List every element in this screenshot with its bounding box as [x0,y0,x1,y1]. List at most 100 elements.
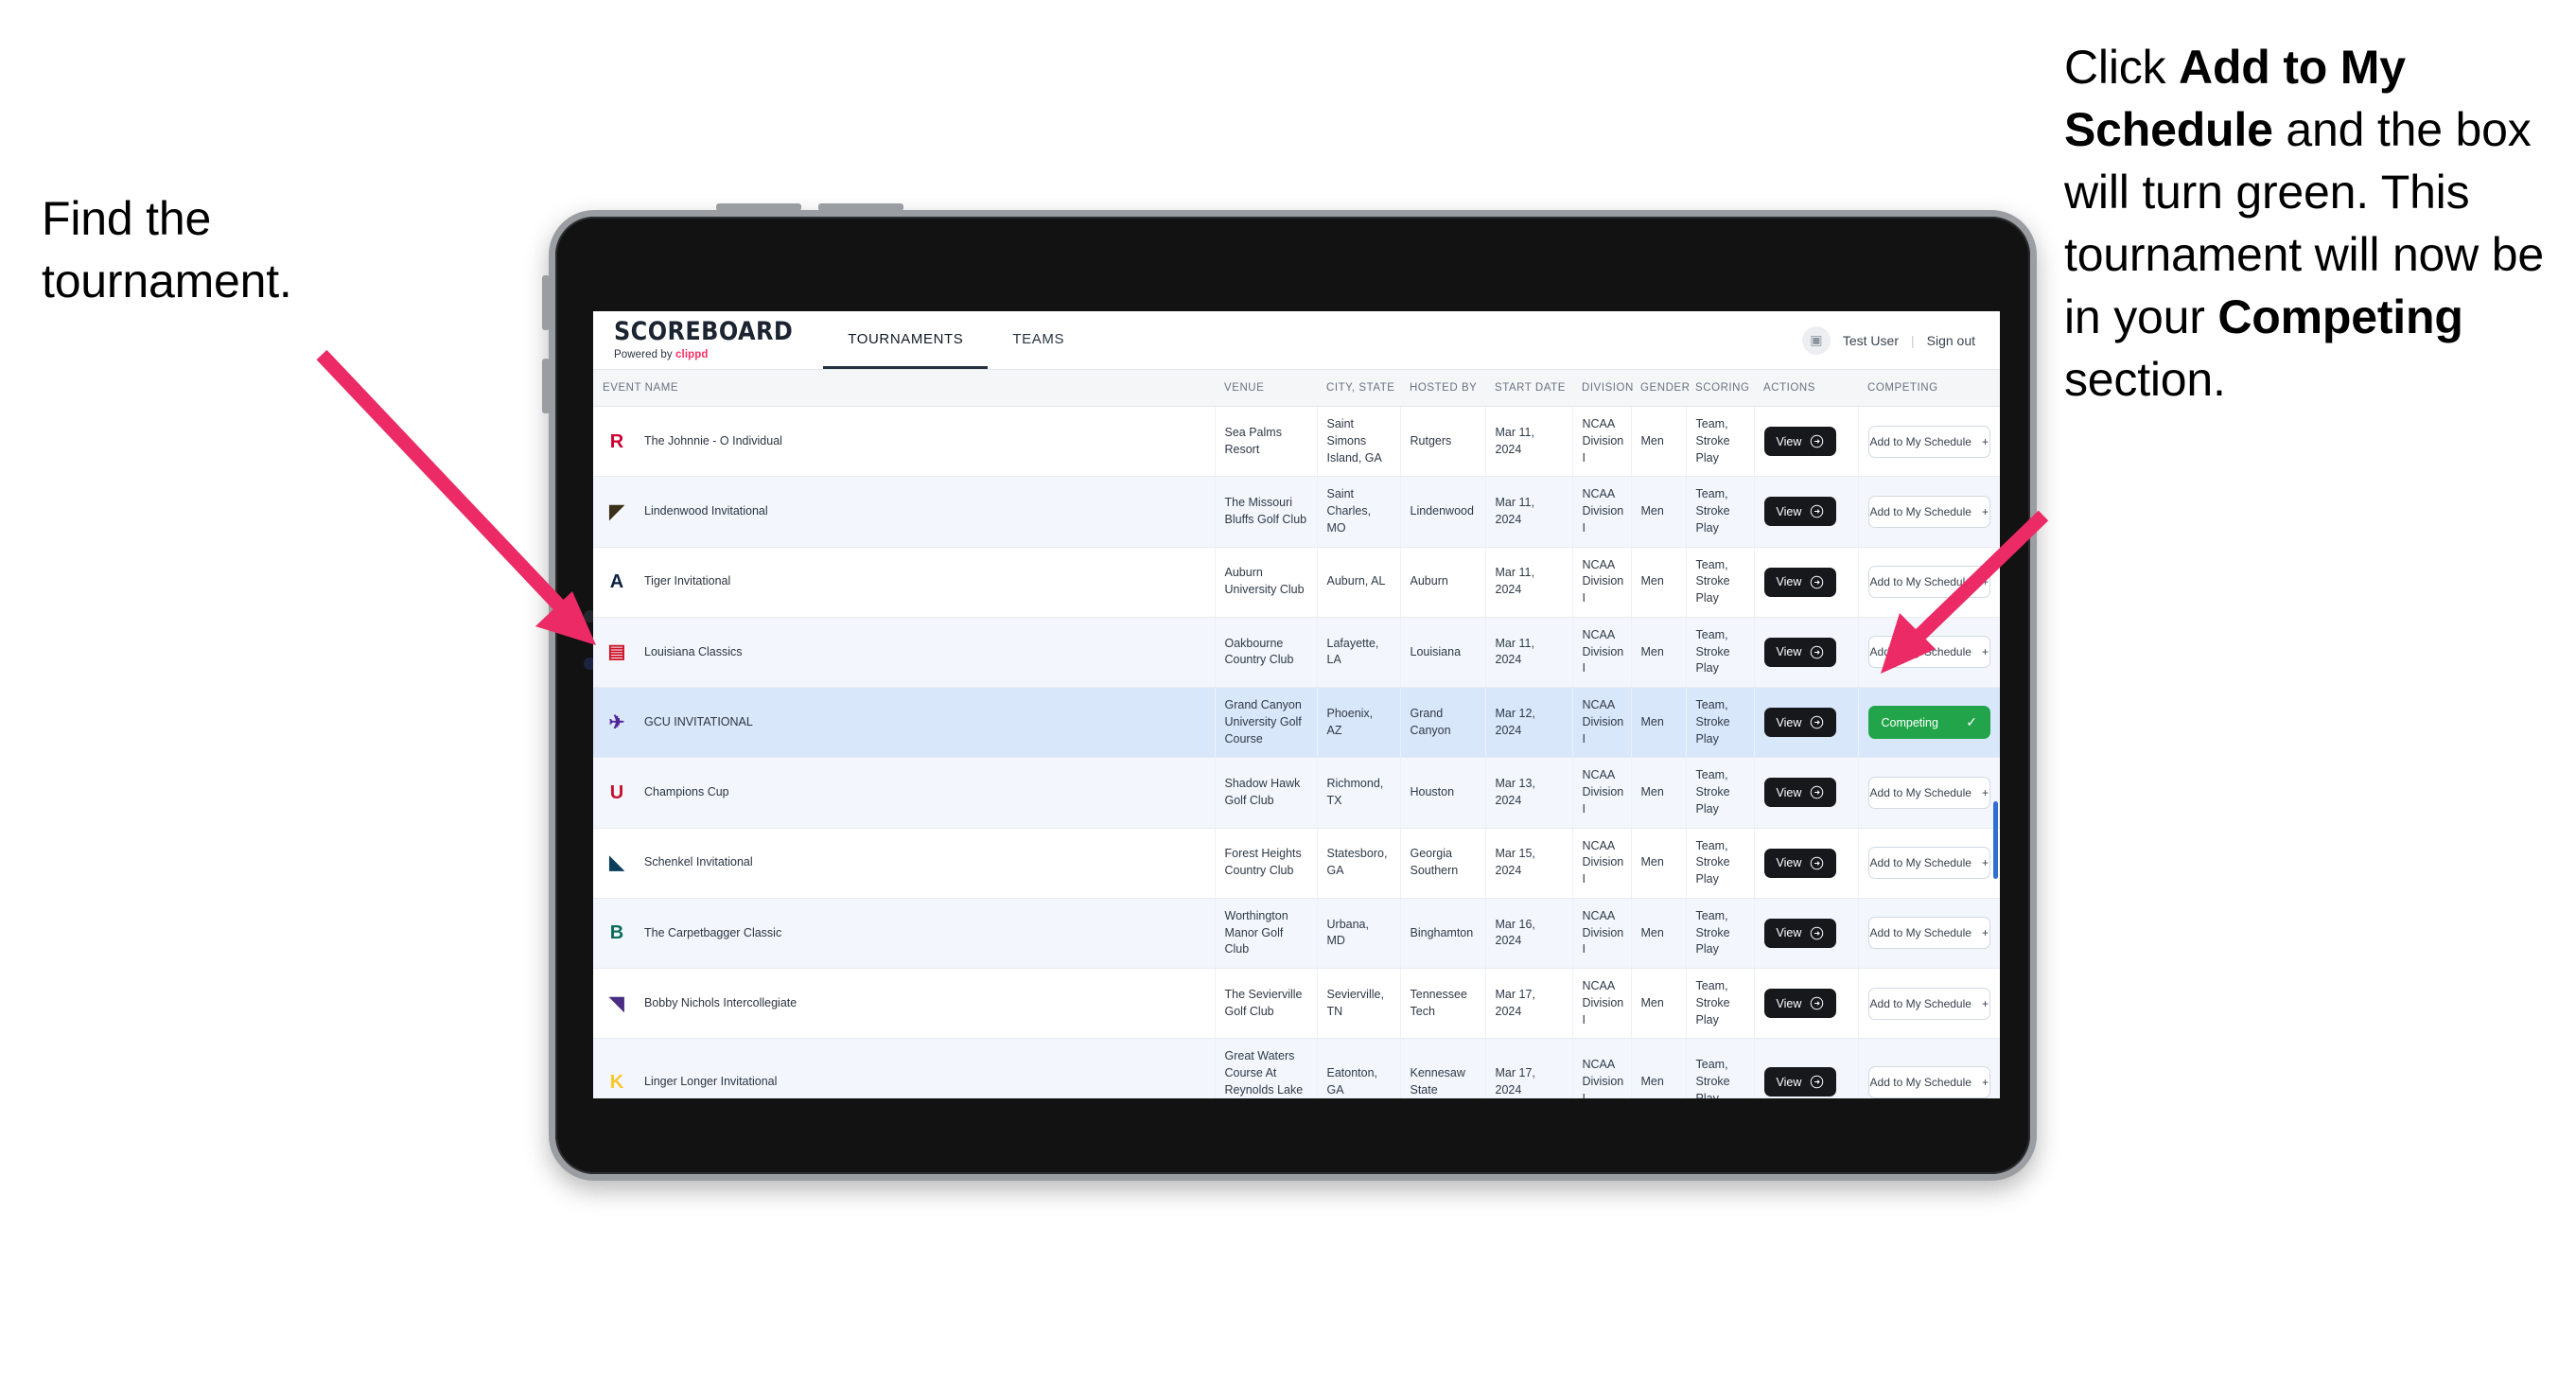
table-row[interactable]: K Linger Longer Invitational Great Waters … [593,1038,2000,1098]
view-button[interactable]: View [1763,989,1837,1019]
avatar[interactable]: ▣ [1801,325,1831,355]
cell-hosted-by: Grand Canyon [1400,687,1486,759]
add-to-my-schedule-button[interactable]: Add to My Schedule + [1867,1065,1990,1098]
table-row[interactable]: R The Johnnie - O Individual Sea Palms Res… [593,406,2000,478]
cell-city-state: Sevierville, TN [1317,968,1401,1040]
cell-actions: View [1754,617,1859,689]
sign-out-link[interactable]: Sign out [1927,333,1975,348]
table-row[interactable]: A Tiger Invitational Auburn University Clu… [593,547,2000,618]
event-name-label: Bobby Nichols Intercollegiate [644,995,797,1009]
plus-icon: + [1981,575,1989,589]
app-header: SCOREBOARD Powered by clippd TOURNAMENTS… [593,311,2000,370]
view-button[interactable]: View [1763,1067,1837,1097]
team-logo-icon: U [609,781,624,803]
table-row[interactable]: B The Carpetbagger Classic Worthington Man… [593,898,2000,970]
team-logo-icon: R [609,430,624,452]
cell-division: NCAA Division I [1572,617,1632,689]
plus-icon: + [1981,1075,1989,1089]
table-row[interactable]: ◤ Lindenwood Invitational The Missouri Blu… [593,476,2000,548]
tab-teams[interactable]: TEAMS [988,311,1089,369]
table-row[interactable]: ✈ GCU INVITATIONAL Grand Canyon University… [593,687,2000,759]
add-to-my-schedule-button[interactable]: Add to My Schedule + [1867,636,1990,669]
cell-city-state: Statesboro, GA [1317,828,1401,899]
cell-venue: The Sevierville Golf Club [1215,968,1318,1040]
col-venue[interactable]: VENUE [1215,370,1317,407]
competing-button[interactable]: Competing ✓ [1867,706,1990,740]
event-name-label: Lindenwood Invitational [644,504,768,518]
add-to-my-schedule-button[interactable]: Add to My Schedule + [1867,495,1990,528]
col-hosted-by[interactable]: HOSTED BY [1400,370,1485,407]
table-row[interactable]: ▤ Louisiana Classics Oakbourne Country Clu… [593,617,2000,689]
vertical-scrollbar[interactable] [1993,801,1998,879]
view-button-label: View [1776,785,1802,799]
cell-gender: Men [1631,828,1687,899]
user-menu: ▣ Test User | Sign out [1801,311,2000,369]
view-button-label: View [1776,1075,1802,1089]
cell-venue: Grand Canyon University Golf Course [1215,687,1318,759]
view-button[interactable]: View [1763,427,1837,457]
table-row[interactable]: ◥ Bobby Nichols Intercollegiate The Sevier… [593,968,2000,1040]
table-header-row: EVENT NAME VENUE CITY, STATE HOSTED BY S… [593,370,2000,407]
header-spacer [1089,311,1802,369]
event-name-label: Champions Cup [644,785,729,798]
cell-gender: Men [1631,476,1687,548]
table-body: R The Johnnie - O Individual Sea Palms Res… [593,406,2000,1098]
col-gender[interactable]: GENDER [1631,370,1690,407]
event-name-label: Linger Longer Invitational [644,1074,778,1088]
view-button[interactable]: View [1763,497,1837,527]
add-to-my-schedule-label: Add to My Schedule [1869,575,1971,589]
cell-scoring: Team, Stroke Play [1686,406,1755,478]
col-competing: COMPETING [1858,370,2000,407]
view-button[interactable]: View [1763,778,1837,808]
cell-actions: View [1754,476,1859,548]
cell-actions: View [1754,968,1859,1040]
view-button[interactable]: View [1763,918,1837,948]
add-to-my-schedule-button[interactable]: Add to My Schedule + [1867,847,1990,880]
view-button[interactable]: View [1763,637,1837,667]
plus-icon: + [1981,504,1989,518]
add-to-my-schedule-button[interactable]: Add to My Schedule + [1867,425,1990,458]
tournaments-table-wrapper[interactable]: EVENT NAME VENUE CITY, STATE HOSTED BY S… [593,370,2000,1098]
cell-gender: Men [1631,898,1687,970]
volume-down-button[interactable] [818,203,903,211]
cell-event-name: R The Johnnie - O Individual [593,406,1216,478]
add-to-my-schedule-label: Add to My Schedule [1869,926,1971,940]
cell-hosted-by: Rutgers [1400,406,1486,478]
cell-gender: Men [1631,968,1687,1040]
cell-scoring: Team, Stroke Play [1686,687,1755,759]
side-button-bottom[interactable] [542,359,550,413]
side-button-top[interactable] [542,275,550,330]
tab-tournaments[interactable]: TOURNAMENTS [823,311,989,369]
col-division[interactable]: DIVISION [1572,370,1633,407]
cell-scoring: Team, Stroke Play [1686,757,1755,829]
view-button[interactable]: View [1763,708,1837,738]
view-button-label: View [1776,645,1802,659]
add-to-my-schedule-button[interactable]: Add to My Schedule + [1867,987,1990,1020]
cell-division: NCAA Division I [1572,828,1632,899]
cell-venue: Sea Palms Resort [1215,406,1318,478]
table-row[interactable]: U Champions Cup Shadow Hawk Golf Club Richm… [593,757,2000,829]
cell-actions: View [1754,828,1859,899]
volume-up-button[interactable] [716,203,801,211]
add-to-my-schedule-label: Add to My Schedule [1869,645,1971,659]
cell-scoring: Team, Stroke Play [1686,828,1755,899]
cell-start-date: Mar 16, 2024 [1485,898,1573,970]
col-start-date[interactable]: START DATE [1485,370,1572,407]
add-to-my-schedule-button[interactable]: Add to My Schedule + [1867,566,1990,599]
cell-gender: Men [1631,406,1687,478]
col-scoring[interactable]: SCORING [1686,370,1754,407]
add-to-my-schedule-button[interactable]: Add to My Schedule + [1867,776,1990,809]
view-button-label: View [1776,856,1802,870]
cell-city-state: Richmond, TX [1317,757,1401,829]
cell-competing: Add to My Schedule + [1858,476,2000,548]
team-logo-icon: K [609,1071,624,1093]
col-city-state[interactable]: CITY, STATE [1317,370,1400,407]
tablet-screen: SCOREBOARD Powered by clippd TOURNAMENTS… [593,311,2000,1098]
view-button[interactable]: View [1763,848,1837,878]
view-button[interactable]: View [1763,567,1837,597]
table-row[interactable]: ◣ Schenkel Invitational Forest Heights Cou… [593,828,2000,899]
cell-scoring: Team, Stroke Play [1686,476,1755,548]
cell-division: NCAA Division I [1572,406,1632,478]
col-event-name[interactable]: EVENT NAME [593,370,1215,407]
add-to-my-schedule-button[interactable]: Add to My Schedule + [1867,917,1990,950]
